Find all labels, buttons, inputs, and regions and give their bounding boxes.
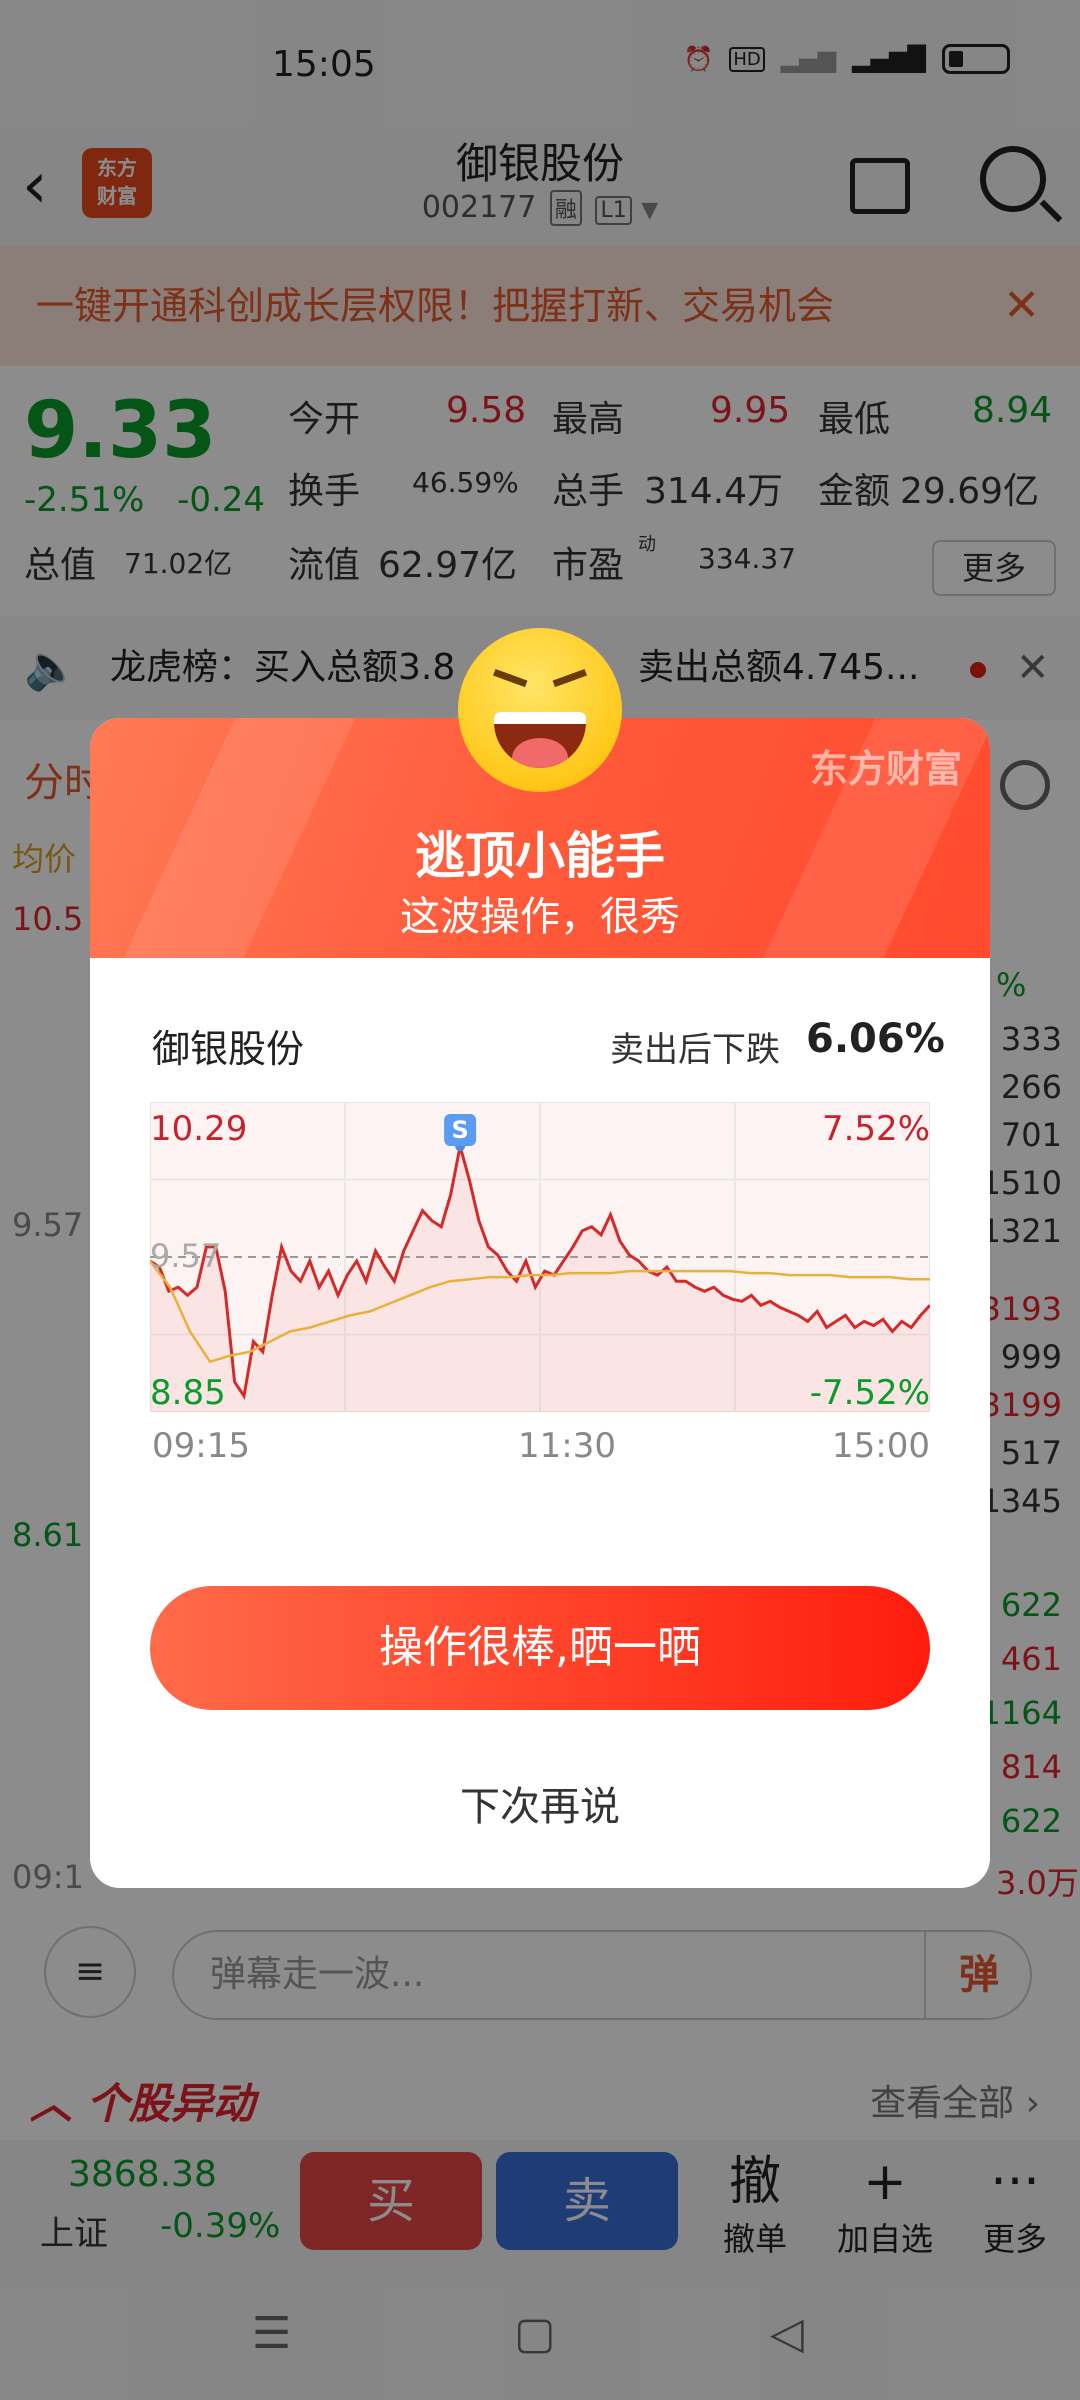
modal-stock-name: 御银股份 (152, 1027, 305, 1071)
emoji-mouth (494, 712, 586, 768)
y-min-pct-label: -7.52% (810, 1373, 930, 1412)
emoji-eye (486, 668, 528, 706)
x-tick-label: 15:00 (832, 1426, 930, 1466)
y-max-pct-label: 7.52% (822, 1109, 930, 1149)
laughing-emoji-icon (458, 628, 622, 792)
modal-title: 逃顶小能手 (415, 827, 665, 885)
fall-value: 6.06% (806, 1016, 945, 1062)
intraday-mini-chart: S 10.29 7.52% 9.57 8.85 -7.52% (150, 1102, 930, 1412)
x-tick-label: 09:15 (152, 1426, 250, 1466)
sell-marker-label: S (451, 1116, 468, 1144)
emoji-tongue (512, 738, 568, 768)
prev-close-label: 9.57 (150, 1237, 221, 1275)
dismiss-button[interactable]: 下次再说 (90, 1774, 990, 1832)
share-button[interactable]: 操作很棒,晒一晒 (150, 1586, 930, 1710)
achievement-modal: 东方财富 逃顶小能手 这波操作，很秀 御银股份 卖出后下跌 6.06% S 10.… (90, 718, 990, 1888)
modal-brand: 东方财富 (809, 747, 962, 791)
emoji-eye (552, 668, 594, 706)
y-max-label: 10.29 (150, 1109, 247, 1149)
y-min-label: 8.85 (150, 1373, 226, 1412)
x-tick-label: 11:30 (518, 1426, 616, 1466)
modal-subtitle: 这波操作，很秀 (400, 894, 680, 940)
fall-label: 卖出后下跌 (610, 1030, 780, 1070)
emoji-teeth (494, 712, 586, 724)
